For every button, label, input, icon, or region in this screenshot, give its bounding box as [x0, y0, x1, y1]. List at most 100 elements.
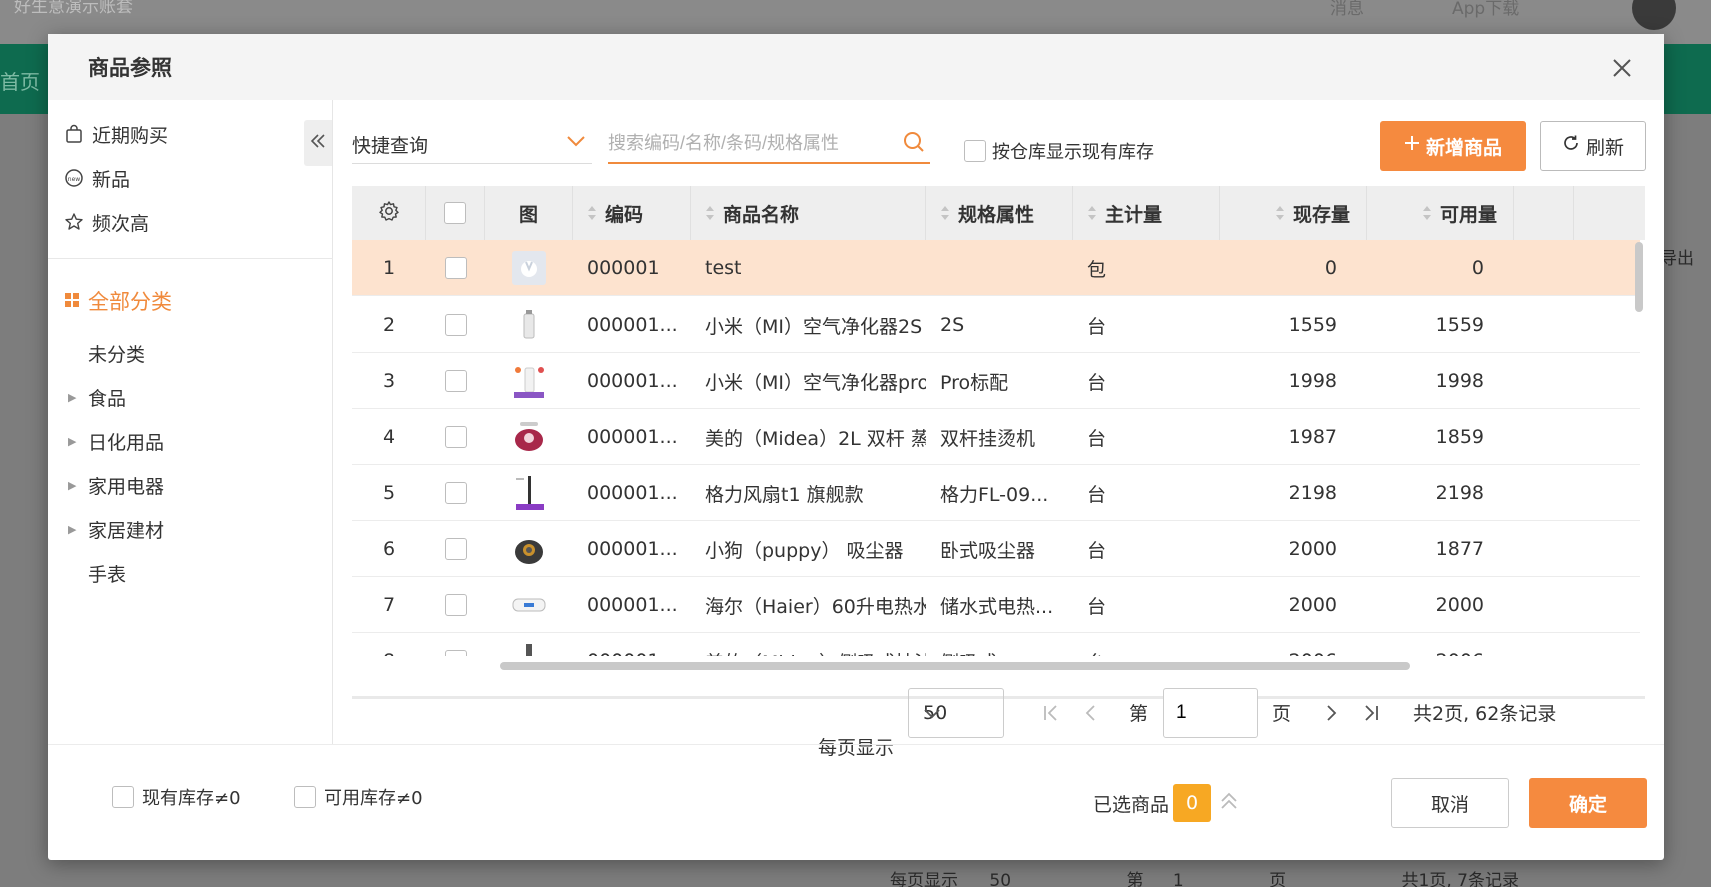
stock-nonzero-label: 现有库存≠0	[142, 788, 241, 809]
available-nonzero-label: 可用库存≠0	[324, 788, 423, 809]
row-checkbox[interactable]	[444, 370, 467, 392]
new-icon: new	[64, 168, 84, 188]
confirm-button[interactable]: 确定	[1529, 778, 1647, 828]
dialog-header: 商品参照	[48, 34, 1664, 100]
table-row[interactable]: 8 000001... 美的（Midea）侧吸式抽油烟机 侧吸式 台 2006 …	[352, 633, 1640, 656]
add-product-label: 新增商品	[1425, 137, 1502, 159]
next-page-icon[interactable]	[1318, 700, 1344, 726]
row-checkbox[interactable]	[444, 257, 467, 279]
gear-icon[interactable]	[378, 200, 400, 227]
row-checkbox-cell	[426, 297, 485, 353]
caret-right-icon[interactable]: ▶	[68, 523, 88, 536]
product-unit: 包	[1087, 258, 1107, 281]
table-row[interactable]: 6 000001... 小狗（puppy） 吸尘器 卧式吸尘器 台 2000 1…	[352, 521, 1640, 577]
row-checkbox-cell	[426, 521, 485, 577]
category-label: 未分类	[88, 344, 146, 366]
select-all-checkbox[interactable]	[444, 202, 466, 224]
caret-right-icon[interactable]: ▶	[68, 479, 88, 492]
column-header-unit[interactable]: 主计量	[1073, 186, 1220, 240]
selected-count-badge[interactable]: 0	[1173, 784, 1211, 822]
product-code: 000001...	[587, 538, 678, 560]
column-header-more	[1514, 186, 1574, 240]
refresh-label: 刷新	[1585, 137, 1624, 159]
product-spec: 储水式电热...	[940, 595, 1054, 618]
close-icon[interactable]	[1608, 54, 1636, 82]
sort-icon	[705, 205, 715, 221]
prev-page-icon[interactable]	[1078, 700, 1104, 726]
column-header-spec[interactable]: 规格属性	[926, 186, 1073, 240]
row-checkbox[interactable]	[444, 594, 467, 616]
product-spec: 2S	[940, 314, 965, 336]
search-icon[interactable]	[902, 130, 926, 159]
row-checkbox-cell	[426, 409, 485, 465]
product-name: 美的（Midea）2L 双杆 蒸汽	[705, 427, 926, 450]
caret-right-icon[interactable]: ▶	[68, 435, 88, 448]
background-pager-per-page-label: 每页显示	[890, 871, 958, 887]
refresh-button[interactable]: 刷新	[1540, 121, 1646, 171]
row-checkbox[interactable]	[444, 426, 467, 448]
row-number: 4	[382, 426, 396, 448]
product-code: 000001...	[573, 633, 691, 656]
svg-text:new: new	[68, 176, 80, 183]
row-number: 1	[382, 257, 396, 279]
last-page-icon[interactable]	[1358, 700, 1384, 726]
per-page-select[interactable]: 50	[908, 688, 1004, 738]
column-header-name[interactable]: 商品名称	[691, 186, 926, 240]
category-item[interactable]: ▶ 食品	[68, 384, 126, 411]
category-item[interactable]: ▶ 家居建材	[68, 516, 164, 543]
caret-right-icon[interactable]: ▶	[68, 391, 88, 404]
sidebar-item-recent-purchase[interactable]: 近期购买	[64, 120, 168, 148]
collapse-sidebar-button[interactable]	[304, 120, 332, 166]
product-code: 000001	[587, 257, 660, 279]
page-number-input[interactable]	[1163, 688, 1258, 738]
product-name: test	[705, 257, 742, 279]
product-stock: 0	[1324, 257, 1337, 279]
column-header-code[interactable]: 编码	[573, 186, 691, 240]
available-nonzero-checkbox[interactable]	[294, 786, 316, 808]
table-row[interactable]: 1 000001 test 包 0 0	[352, 240, 1640, 296]
product-available: 2000	[1435, 594, 1484, 616]
table-row[interactable]: 2 000001... 小米（MI）空气净化器2S 2S 台 1559 1559	[352, 297, 1640, 353]
sidebar-item-high-frequency[interactable]: 频次高	[64, 208, 149, 236]
category-item[interactable]: ▶ 家用电器	[68, 472, 164, 499]
add-product-button[interactable]: 新增商品	[1380, 121, 1526, 171]
sidebar-item-all-categories[interactable]: 全部分类	[64, 286, 172, 316]
table-row[interactable]: 3 000001... 小米（MI）空气净化器pro Pro标配 台 1998 …	[352, 353, 1640, 409]
table-row[interactable]: 4 000001... 美的（Midea）2L 双杆 蒸汽 双杆挂烫机 台 19…	[352, 409, 1640, 465]
table-row[interactable]: 7 000001... 海尔（Haier）60升电热水器 储水式电热... 台 …	[352, 577, 1640, 633]
first-page-icon[interactable]	[1038, 700, 1064, 726]
column-header-available[interactable]: 可用量	[1367, 186, 1514, 240]
quick-query-select[interactable]: 快捷查询	[352, 122, 592, 164]
row-checkbox[interactable]	[444, 314, 467, 336]
table-row[interactable]: 5 000001... 格力风扇t1 旗舰款 格力FL-09... 台 2198…	[352, 465, 1640, 521]
category-item[interactable]: 未分类	[68, 340, 145, 367]
product-stock: 2000	[1288, 594, 1337, 616]
category-item[interactable]: ▶ 日化用品	[68, 428, 164, 455]
double-chevron-up-icon[interactable]	[1218, 790, 1240, 817]
search-input[interactable]	[608, 128, 888, 158]
product-code: 000001...	[587, 594, 678, 616]
refresh-icon	[1562, 134, 1580, 158]
cancel-button[interactable]: 取消	[1391, 778, 1509, 828]
sidebar-item-new-products[interactable]: new 新品	[64, 164, 130, 192]
product-thumbnail	[485, 409, 573, 465]
row-checkbox[interactable]	[444, 482, 467, 504]
product-thumbnail	[485, 297, 573, 353]
product-unit: 台	[1087, 371, 1107, 394]
product-stock: 2000	[1288, 538, 1337, 560]
product-thumbnail	[485, 353, 573, 409]
category-item[interactable]: 手表	[68, 560, 126, 587]
table-vertical-scrollbar[interactable]	[1635, 242, 1643, 312]
row-checkbox[interactable]	[444, 538, 467, 560]
row-checkbox-cell	[426, 633, 485, 656]
column-header-stock[interactable]: 现存量	[1220, 186, 1367, 240]
column-header-image: 图	[485, 186, 573, 240]
footer-divider	[48, 744, 1664, 745]
page-prefix: 第	[1129, 702, 1149, 725]
table-horizontal-scrollbar[interactable]	[500, 662, 1410, 670]
stock-nonzero-checkbox[interactable]	[112, 786, 134, 808]
per-page-label: 每页显示	[818, 736, 895, 759]
product-available: 1998	[1435, 370, 1484, 392]
row-checkbox[interactable]	[444, 650, 467, 656]
stock-by-warehouse-checkbox[interactable]	[964, 140, 986, 162]
